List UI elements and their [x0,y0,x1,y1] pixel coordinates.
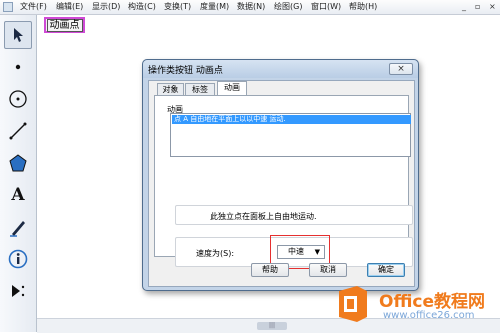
speed-select[interactable]: 中速 ▼ [277,245,325,259]
properties-dialog: 操作类按钮 动画点 × 对象 标签 动画 动画 点 A 自由地在平面上以以中速 … [142,59,419,291]
scrollbar-thumb[interactable]: ||| [257,322,287,330]
description-box: 此独立点在面板上自由地运动. [175,205,413,225]
ok-button[interactable]: 确定 [367,263,405,277]
custom-tool-icon[interactable] [4,277,32,305]
menu-measure[interactable]: 度量(M) [200,1,229,12]
animation-panel: 动画 点 A 自由地在平面上以以中速 运动. 此独立点在面板上自由地运动. 速度… [154,95,413,269]
marker-tool-icon[interactable] [4,213,32,241]
menu-data[interactable]: 数据(N) [237,1,265,12]
minimize-button[interactable]: _ [462,2,466,11]
close-window-button[interactable]: × [489,2,496,11]
chevron-down-icon: ▼ [314,248,320,256]
tab-animation[interactable]: 动画 [217,81,247,95]
cancel-button[interactable]: 取消 [309,263,347,277]
animation-list[interactable]: 点 A 自由地在平面上以以中速 运动. [170,113,411,157]
restore-button[interactable]: ▫ [475,2,480,11]
watermark-title: Office教程网 [379,292,486,312]
menu-bar: 文件(F) 编辑(E) 显示(D) 构造(C) 变换(T) 度量(M) 数据(N… [0,0,500,15]
speed-value: 中速 [288,247,304,256]
tab-label[interactable]: 标签 [185,83,215,95]
menu-window[interactable]: 窗口(W) [311,1,341,12]
speed-label: 速度为(S): [196,249,235,258]
menu-transform[interactable]: 变换(T) [164,1,191,12]
point-tool-icon[interactable] [4,53,32,81]
menu-help[interactable]: 帮助(H) [349,1,377,12]
office-watermark: Office教程网 www.office26.com [329,283,500,332]
animation-description: 此独立点在面板上自由地运动. [210,212,317,221]
action-button-label: 动画点 [46,18,83,32]
arrow-tool-icon[interactable] [4,21,32,49]
list-item[interactable]: 点 A 自由地在平面上以以中速 运动. [172,115,411,124]
toolbox: A [0,15,37,332]
watermark-url: www.office26.com [383,310,475,321]
info-tool-icon[interactable] [4,245,32,273]
help-button[interactable]: 帮助 [251,263,289,277]
dialog-close-button[interactable]: × [389,63,413,75]
animate-point-action-button[interactable]: 动画点 [44,17,85,33]
line-tool-icon[interactable] [4,117,32,145]
compass-tool-icon[interactable] [4,85,32,113]
menu-graph[interactable]: 绘图(G) [274,1,302,12]
dialog-titlebar[interactable]: 操作类按钮 动画点 × [143,60,418,78]
dialog-title: 操作类按钮 动画点 [148,66,223,76]
dialog-client: 对象 标签 动画 动画 点 A 自由地在平面上以以中速 运动. 此独立点在面板上… [148,80,415,287]
app-icon[interactable] [3,2,13,12]
menu-display[interactable]: 显示(D) [92,1,120,12]
menu-edit[interactable]: 编辑(E) [56,1,83,12]
office-logo-icon [339,286,367,322]
menu-file[interactable]: 文件(F) [20,1,47,12]
polygon-tool-icon[interactable] [4,149,32,177]
menu-construct[interactable]: 构造(C) [128,1,156,12]
text-tool-icon[interactable]: A [4,181,32,209]
tab-object[interactable]: 对象 [157,83,184,95]
